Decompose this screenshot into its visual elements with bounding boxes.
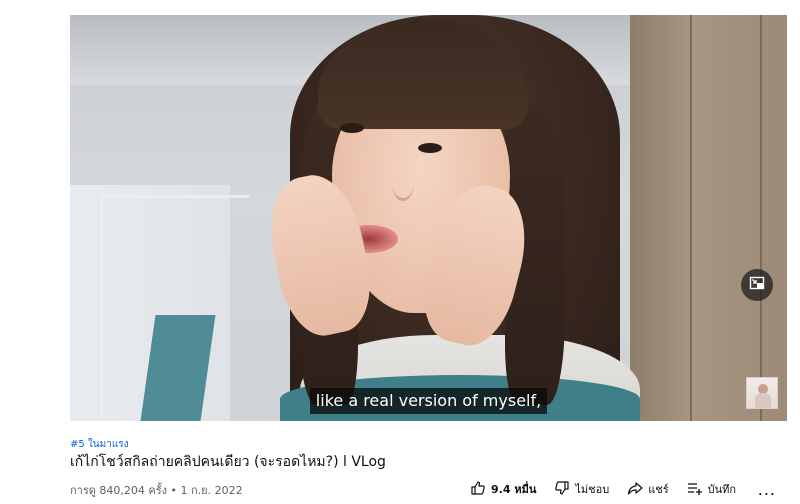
share-label: แชร์ (648, 483, 669, 496)
trending-hashtag-link[interactable]: #5 ในมาแรง (70, 437, 129, 452)
miniplayer-button[interactable] (741, 269, 773, 301)
picture-in-picture-icon (749, 275, 765, 295)
save-button[interactable]: บันทึก (687, 480, 736, 499)
share-button[interactable]: แชร์ (627, 480, 669, 499)
save-label: บันทึก (707, 483, 737, 496)
view-count-and-date: การดู 840,204 ครั้ง • 1 ก.ย. 2022 (70, 484, 243, 497)
share-arrow-icon (627, 480, 643, 499)
watch-page: like a real version of myself, #5 ในมาแร… (0, 0, 800, 504)
more-horizontal-icon: ... (757, 479, 776, 499)
dislike-label: ไม่ชอบ (575, 483, 610, 496)
dislike-button[interactable]: ไม่ชอบ (554, 480, 609, 499)
video-frame (70, 15, 787, 421)
thumbs-up-icon (470, 480, 486, 499)
channel-watermark-avatar[interactable] (746, 377, 778, 409)
like-button[interactable]: 9.4 หมื่น (470, 480, 536, 499)
caption-text: like a real version of myself, (309, 388, 548, 414)
video-actions-bar: 9.4 หมื่น ไม่ชอบ แชร์ บันทึก ... (470, 478, 786, 500)
more-actions-button[interactable]: ... (758, 480, 776, 499)
playlist-add-icon (687, 480, 703, 499)
video-player[interactable]: like a real version of myself, (70, 15, 787, 421)
video-title: เก้ไก่โชว์สกิลถ่ายคลิปคนเดียว (จะรอดไหม?… (70, 454, 386, 470)
like-count: 9.4 หมื่น (491, 483, 537, 496)
thumbs-down-icon (554, 480, 570, 499)
caption-container: like a real version of myself, (70, 388, 787, 414)
